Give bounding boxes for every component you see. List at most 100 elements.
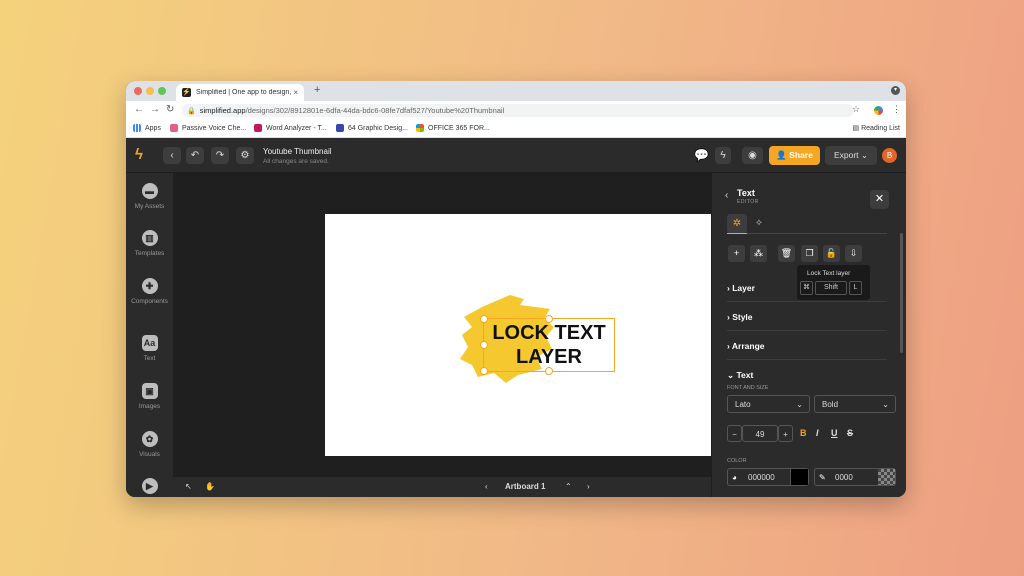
- sidebar-item-video[interactable]: ▶: [126, 478, 173, 497]
- download-icon[interactable]: ⇩: [845, 245, 862, 262]
- section-style[interactable]: › Style: [727, 312, 753, 322]
- tab-settings[interactable]: ✲: [727, 214, 747, 233]
- save-status: All changes are saved.: [263, 158, 329, 165]
- duplicate-icon[interactable]: ❐: [801, 245, 818, 262]
- lock-icon: 🔒: [187, 108, 196, 115]
- lock-layer-tooltip: Lock Text layer ⌘ Shift L: [797, 265, 870, 300]
- font-weight-select[interactable]: Bold ⌄: [814, 395, 896, 413]
- document-title[interactable]: Youtube Thumbnail: [263, 147, 332, 156]
- strikethrough-button[interactable]: S: [847, 425, 853, 442]
- undo-button[interactable]: ↶: [186, 147, 204, 164]
- text-icon: Aa: [141, 335, 158, 351]
- app-header: ϟ ‹ ↶ ↷ ⚙ Youtube Thumbnail All changes …: [126, 138, 906, 173]
- resize-handle[interactable]: [480, 315, 488, 323]
- close-window-dot[interactable]: [134, 87, 142, 95]
- sidebar-item-label: Images: [138, 403, 161, 410]
- pointer-tool-icon[interactable]: ↖: [185, 482, 192, 491]
- back-arrow-icon[interactable]: ←: [134, 104, 144, 115]
- font-size-input[interactable]: 49: [742, 425, 778, 442]
- artboard[interactable]: LOCK TEXT LAYER: [325, 214, 711, 456]
- reading-list-button[interactable]: ▤ Reading List: [853, 124, 900, 132]
- section-label: Style: [732, 312, 753, 322]
- sidebar-item-visuals[interactable]: ✿ Visuals: [126, 431, 173, 458]
- export-button[interactable]: Export ⌄: [825, 146, 877, 165]
- section-text[interactable]: ⌄ Text: [727, 370, 753, 381]
- chevron-up-icon[interactable]: ⌃: [565, 482, 572, 491]
- forward-arrow-icon[interactable]: →: [150, 104, 160, 115]
- italic-button[interactable]: I: [816, 425, 819, 442]
- sidebar-item-label: Components: [131, 298, 168, 305]
- reload-icon[interactable]: ↻: [166, 104, 174, 115]
- maximize-window-dot[interactable]: [158, 87, 166, 95]
- simplified-logo-icon[interactable]: ϟ: [135, 147, 149, 163]
- bookmark-office-365[interactable]: OFFICE 365 FOR...: [416, 124, 490, 132]
- resize-handle[interactable]: [545, 367, 553, 375]
- bookmark-passive-voice[interactable]: Passive Voice Che...: [170, 124, 246, 132]
- bookmark-word-analyzer[interactable]: Word Analyzer - T...: [254, 124, 327, 132]
- tab-title: Simplified | One app to design,: [196, 89, 292, 96]
- sidebar-item-components[interactable]: ✚ Components: [126, 278, 173, 305]
- panel-back-icon[interactable]: ‹: [725, 190, 728, 201]
- hand-tool-icon[interactable]: ✋: [205, 482, 215, 491]
- color-field[interactable]: ◕ 000000: [727, 468, 809, 486]
- sidebar-item-my-assets[interactable]: ▬ My Assets: [126, 183, 173, 210]
- url-path: /designs/302/8912801e-6dfa-44da-bdc6-08f…: [245, 106, 505, 115]
- transparent-swatch[interactable]: [878, 469, 895, 485]
- browser-tab[interactable]: ⚡ Simplified | One app to design, ×: [176, 84, 304, 101]
- lock-layer-icon[interactable]: 🔓: [823, 245, 840, 262]
- canvas-text-line1[interactable]: LOCK TEXT: [484, 322, 614, 344]
- decrease-size-button[interactable]: −: [727, 425, 742, 442]
- stroke-field[interactable]: ✎ 0000: [814, 468, 896, 486]
- artboard-label[interactable]: Artboard 1: [505, 482, 545, 491]
- bookmark-apps[interactable]: Apps: [133, 124, 161, 132]
- delete-icon[interactable]: 🗑: [778, 245, 795, 262]
- redo-button[interactable]: ↷: [211, 147, 229, 164]
- bookmark-graphic-design[interactable]: 64 Graphic Desig...: [336, 124, 408, 132]
- section-layer[interactable]: › Layer: [727, 283, 755, 293]
- bookmark-favicon-icon: [170, 124, 178, 132]
- tab-effects[interactable]: ✧: [749, 214, 769, 233]
- section-arrange[interactable]: › Arrange: [727, 341, 764, 351]
- panel-scrollbar[interactable]: [900, 233, 903, 353]
- extension-icon[interactable]: [874, 106, 883, 115]
- resize-handle[interactable]: [480, 341, 488, 349]
- increase-size-button[interactable]: +: [778, 425, 793, 442]
- window-menu-icon[interactable]: ▾: [891, 86, 900, 95]
- shortcut-key: ⌘: [800, 281, 813, 295]
- text-layer-selection[interactable]: LOCK TEXT LAYER: [480, 315, 615, 375]
- underline-button[interactable]: U: [831, 425, 838, 442]
- sidebar-item-templates[interactable]: ▥ Templates: [126, 230, 173, 257]
- design-canvas[interactable]: LOCK TEXT LAYER ↖ ✋ ‹ Artboard 1 ⌃ ›: [173, 173, 711, 497]
- section-label: Text: [736, 370, 754, 380]
- sidebar-item-text[interactable]: Aa Text: [126, 335, 173, 362]
- sidebar-item-images[interactable]: ▣ Images: [126, 383, 173, 410]
- shapes-icon[interactable]: ⁂: [750, 245, 767, 262]
- left-sidebar: ▬ My Assets ▥ Templates ✚ Components Aa …: [126, 173, 173, 497]
- settings-gear-icon[interactable]: ⚙: [236, 147, 254, 164]
- add-user-icon: 👤: [776, 150, 787, 160]
- resize-handle[interactable]: [480, 367, 488, 375]
- color-swatch[interactable]: [790, 469, 808, 485]
- avatar[interactable]: B: [882, 148, 897, 163]
- prev-artboard-icon[interactable]: ‹: [485, 482, 488, 491]
- lightning-icon[interactable]: ϟ: [715, 147, 731, 164]
- bookmark-star-icon[interactable]: ☆: [852, 104, 860, 115]
- share-button[interactable]: 👤 Share: [769, 146, 820, 165]
- new-tab-button[interactable]: +: [314, 84, 320, 96]
- resize-handle[interactable]: [545, 315, 553, 323]
- bookmarks-bar: Apps Passive Voice Che... Word Analyzer …: [126, 120, 906, 138]
- preview-eye-icon[interactable]: ◉: [742, 147, 763, 164]
- minimize-window-dot[interactable]: [146, 87, 154, 95]
- add-icon[interactable]: +: [728, 245, 745, 262]
- back-button[interactable]: ‹: [163, 147, 181, 164]
- tab-close-icon[interactable]: ×: [293, 88, 298, 97]
- chat-icon[interactable]: 💬: [694, 148, 711, 162]
- bookmark-favicon-icon: [254, 124, 262, 132]
- bold-button[interactable]: B: [800, 425, 807, 442]
- address-bar[interactable]: 🔒 simplified.app/designs/302/8912801e-6df…: [182, 104, 854, 117]
- browser-menu-icon[interactable]: ⋮: [892, 104, 901, 115]
- canvas-text-line2[interactable]: LAYER: [484, 346, 614, 368]
- next-artboard-icon[interactable]: ›: [587, 482, 590, 491]
- font-family-select[interactable]: Lato ⌄: [727, 395, 810, 413]
- close-icon[interactable]: ✕: [870, 190, 889, 209]
